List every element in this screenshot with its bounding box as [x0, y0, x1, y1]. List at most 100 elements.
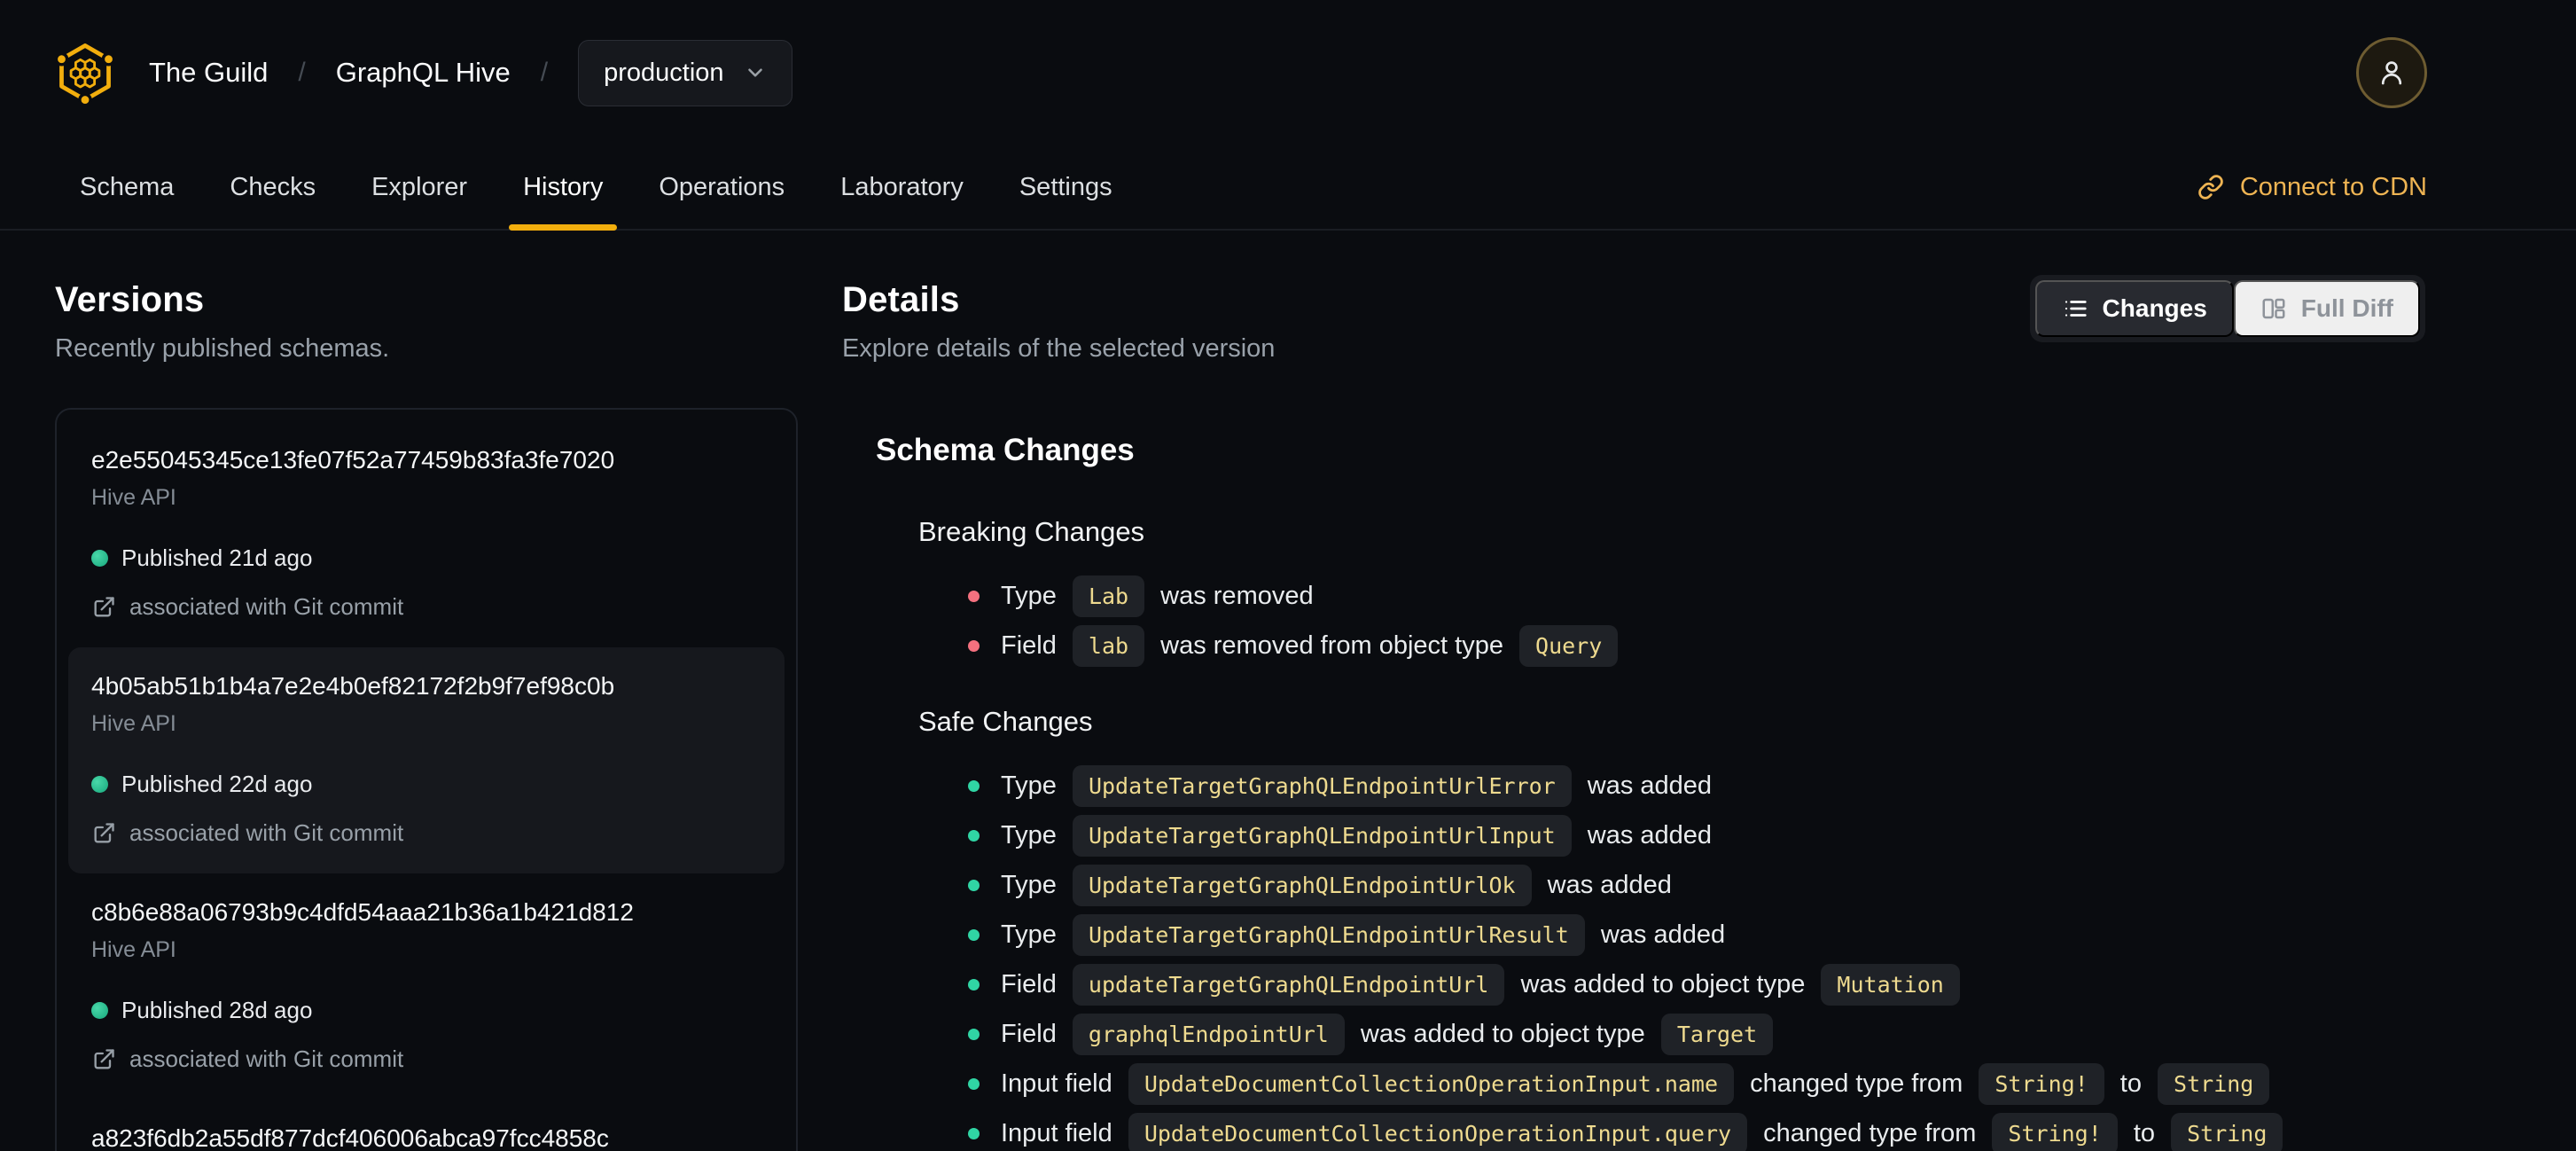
version-list-item[interactable]: e2e55045345ce13fe07f52a77459b83fa3fe7020… [68, 421, 785, 647]
change-text-segment: Type [1001, 581, 1064, 610]
change-text-segment: Input field [1001, 1069, 1120, 1098]
tab-settings[interactable]: Settings [1019, 145, 1112, 229]
hive-logo-icon[interactable] [55, 40, 115, 106]
version-service: Hive API [91, 711, 176, 736]
version-git-label: associated with Git commit [129, 819, 404, 846]
change-text-segment: Input field [1001, 1118, 1120, 1147]
safe-changes-title: Safe Changes [918, 706, 1093, 737]
change-bullet-icon [968, 639, 980, 652]
change-text-segment: to [2112, 1069, 2150, 1098]
version-status: Published 21d ago [91, 544, 761, 572]
schema-changes-section: Schema Changes Breaking Changes Type Lab… [842, 433, 2425, 1151]
chevron-down-icon [744, 61, 767, 84]
breaking-changes-group: Breaking Changes Type Lab was removed Fi… [876, 516, 2425, 670]
change-bullet-icon [968, 928, 980, 941]
version-status: Published 28d ago [91, 997, 761, 1024]
change-text-segment: to [2126, 1118, 2163, 1147]
list-icon [2062, 295, 2088, 322]
code-badge: graphqlEndpointUrl [1072, 1013, 1345, 1055]
change-text-segment: Type [1001, 920, 1064, 949]
change-bullet-icon [968, 1127, 980, 1139]
version-service: Hive API [91, 937, 176, 962]
full-diff-view-button[interactable]: Full Diff [2233, 280, 2420, 337]
code-badge: String! [1992, 1112, 2118, 1151]
version-hash: e2e55045345ce13fe07f52a77459b83fa3fe7020 [91, 446, 615, 474]
change-text-segment: Type [1001, 771, 1064, 800]
user-avatar-button[interactable] [2356, 37, 2427, 108]
breadcrumb-separator: / [298, 58, 306, 87]
details-subtitle: Explore details of the selected version [842, 334, 1276, 363]
version-git-link[interactable]: associated with Git commit [91, 819, 761, 847]
org-name[interactable]: The Guild [149, 57, 268, 89]
version-git-link[interactable]: associated with Git commit [91, 1045, 761, 1073]
change-text-segment: Field [1001, 630, 1064, 660]
change-row: Field graphqlEndpointUrl was added to ob… [968, 1009, 2425, 1059]
external-link-icon [91, 821, 116, 846]
code-badge: Mutation [1821, 963, 1960, 1006]
code-badge: updateTargetGraphQLEndpointUrl [1072, 963, 1505, 1006]
external-link-icon [91, 595, 116, 620]
project-name[interactable]: GraphQL Hive [336, 57, 511, 89]
code-badge: UpdateTargetGraphQLEndpointUrlError [1072, 764, 1572, 807]
change-text-segment: Type [1001, 820, 1064, 850]
target-selector-value: production [604, 58, 724, 87]
code-badge: lab [1072, 624, 1145, 667]
change-row: Type UpdateTargetGraphQLEndpointUrlInput… [968, 810, 2425, 860]
code-badge: Lab [1072, 575, 1145, 617]
change-row: Input field UpdateDocumentCollectionOper… [968, 1059, 2425, 1108]
version-published: Published 22d ago [121, 771, 313, 797]
schema-changes-title: Schema Changes [876, 433, 1135, 467]
tab-operations[interactable]: Operations [659, 145, 785, 229]
change-row: Input field UpdateDocumentCollectionOper… [968, 1108, 2425, 1151]
details-heading-block: Details Explore details of the selected … [842, 280, 1275, 364]
details-panel: Details Explore details of the selected … [798, 275, 2576, 1151]
safe-changes-list: Type UpdateTargetGraphQLEndpointUrlError… [918, 761, 2425, 1151]
change-bullet-icon [968, 1028, 980, 1040]
split-diff-icon [2260, 295, 2287, 322]
tab-history[interactable]: History [509, 145, 618, 231]
change-text-segment: was added [1580, 771, 1713, 800]
change-bullet-icon [968, 590, 980, 602]
version-service: Hive API [91, 485, 176, 510]
code-badge: UpdateTargetGraphQLEndpointUrlInput [1072, 814, 1572, 857]
version-hash: a823f6db2a55df877dcf406006abca97fcc4858c [91, 1124, 609, 1151]
change-text: Type UpdateTargetGraphQLEndpointUrlOk wa… [1001, 864, 1672, 906]
change-text-segment: changed type from [1743, 1069, 1971, 1098]
change-text-segment: was added [1540, 870, 1672, 899]
change-row: Type UpdateTargetGraphQLEndpointUrlOk wa… [968, 860, 2425, 910]
version-list-item[interactable]: 4b05ab51b1b4a7e2e4b0ef82172f2b9f7ef98c0b… [68, 647, 785, 873]
connect-to-cdn-button[interactable]: Connect to CDN [2197, 145, 2427, 229]
target-selector-dropdown[interactable]: production [578, 39, 792, 106]
version-published: Published 28d ago [121, 997, 313, 1023]
version-status: Published 22d ago [91, 771, 761, 798]
version-git-link[interactable]: associated with Git commit [91, 593, 761, 621]
link-icon [2197, 174, 2224, 200]
tab-laboratory[interactable]: Laboratory [840, 145, 964, 229]
tab-schema[interactable]: Schema [80, 145, 174, 229]
change-text-segment: was removed from object type [1153, 630, 1511, 660]
details-title: Details [842, 280, 960, 319]
tab-checks[interactable]: Checks [230, 145, 316, 229]
version-git-label: associated with Git commit [129, 593, 404, 620]
version-list-item[interactable]: c8b6e88a06793b9c4dfd54aaa21b36a1b421d812… [68, 873, 785, 1100]
code-badge: Target [1660, 1013, 1774, 1055]
changes-view-button[interactable]: Changes [2034, 280, 2234, 337]
nav-tabs: Schema Checks Explorer History Operations Lab… [80, 145, 1168, 231]
change-text-segment: was added [1593, 920, 1726, 949]
versions-subtitle: Recently published schemas. [55, 334, 390, 363]
versions-panel: Versions Recently published schemas. e2e… [55, 280, 798, 1151]
version-hash: 4b05ab51b1b4a7e2e4b0ef82172f2b9f7ef98c0b [91, 672, 615, 700]
published-dot-icon [91, 776, 108, 793]
breaking-changes-title: Breaking Changes [918, 516, 1145, 547]
code-badge: String [2158, 1062, 2270, 1105]
version-list-item[interactable]: a823f6db2a55df877dcf406006abca97fcc4858c… [68, 1100, 785, 1151]
change-row: Type UpdateTargetGraphQLEndpointUrlError… [968, 761, 2425, 810]
versions-title: Versions [55, 280, 205, 319]
change-row: Field updateTargetGraphQLEndpointUrl was… [968, 959, 2425, 1009]
main-nav: Schema Checks Explorer History Operations Lab… [0, 145, 2576, 231]
tab-explorer[interactable]: Explorer [371, 145, 467, 229]
change-text: Input field UpdateDocumentCollectionOper… [1001, 1112, 2291, 1151]
code-badge: UpdateDocumentCollectionOperationInput.q… [1128, 1112, 1748, 1151]
code-badge: String! [1979, 1062, 2104, 1105]
app-header: The Guild / GraphQL Hive / production [0, 0, 2576, 145]
